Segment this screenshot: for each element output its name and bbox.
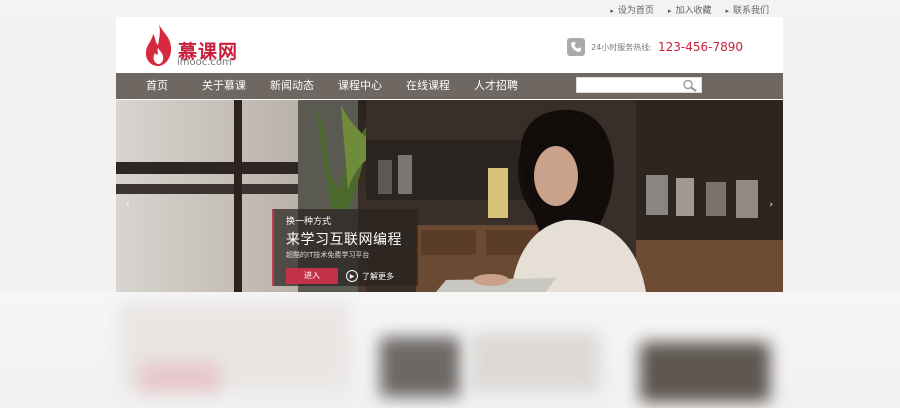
blurred-block	[640, 342, 770, 402]
hotline-number: 123-456-7890	[657, 40, 743, 54]
nav-item-about[interactable]: 关于慕课	[190, 73, 258, 99]
chevron-right-icon[interactable]: ›	[769, 200, 773, 210]
hotline-label: 24小时服务热线:	[591, 42, 652, 52]
learn-more-label: 了解更多	[362, 271, 394, 281]
site-logo[interactable]: 慕课网 imooc.com	[143, 22, 243, 70]
learn-more-button[interactable]: ▶ 了解更多	[346, 270, 394, 282]
top-link-contact[interactable]: ▸ 联系我们	[725, 3, 769, 16]
flame-icon	[145, 24, 172, 66]
triangle-icon: ▸	[610, 7, 614, 15]
hero-banner: ‹ › 换一种方式 来学习互联网编程 超酷的IT技术免费学习平台 进入 ▶ 了解…	[116, 100, 783, 292]
blurred-block	[380, 337, 460, 397]
phone-icon	[567, 38, 586, 56]
play-icon: ▶	[346, 270, 358, 282]
caption-title: 来学习互联网编程	[286, 232, 402, 248]
hotline: 24小时服务热线: 123-456-7890	[567, 37, 743, 57]
caption-subtitle: 换一种方式	[286, 217, 332, 227]
nav-item-online-courses[interactable]: 在线课程	[394, 73, 462, 99]
main-nav: 首页 关于慕课 新闻动态 课程中心 在线课程 人才招聘	[116, 73, 783, 99]
caption-description: 超酷的IT技术免费学习平台	[286, 251, 370, 259]
nav-item-careers[interactable]: 人才招聘	[462, 73, 530, 99]
blurred-content-area	[0, 292, 900, 408]
brand-domain: imooc.com	[177, 57, 232, 68]
search-icon[interactable]	[682, 79, 698, 92]
triangle-icon: ▸	[667, 7, 672, 15]
nav-item-home[interactable]: 首页	[116, 73, 190, 99]
enter-button[interactable]: 进入	[286, 268, 338, 284]
top-links: ▸ 设为首页 ▸ 加入收藏 ▸ 联系我们	[610, 3, 769, 16]
top-bar: ▸ 设为首页 ▸ 加入收藏 ▸ 联系我们	[0, 0, 900, 17]
nav-item-news[interactable]: 新闻动态	[258, 73, 326, 99]
chevron-left-icon[interactable]: ‹	[126, 200, 130, 210]
banner-caption: 换一种方式 来学习互联网编程 超酷的IT技术免费学习平台 进入 ▶ 了解更多	[272, 209, 418, 286]
blurred-block	[140, 362, 220, 392]
top-link-add-favorite[interactable]: ▸ 加入收藏	[668, 3, 712, 16]
banner-photo	[116, 100, 783, 292]
search-input[interactable]	[577, 84, 689, 98]
blurred-block	[470, 332, 600, 392]
top-link-set-homepage[interactable]: ▸ 设为首页	[610, 3, 654, 16]
triangle-icon: ▸	[725, 7, 729, 15]
search-box	[576, 77, 702, 98]
nav-item-courses[interactable]: 课程中心	[326, 73, 394, 99]
